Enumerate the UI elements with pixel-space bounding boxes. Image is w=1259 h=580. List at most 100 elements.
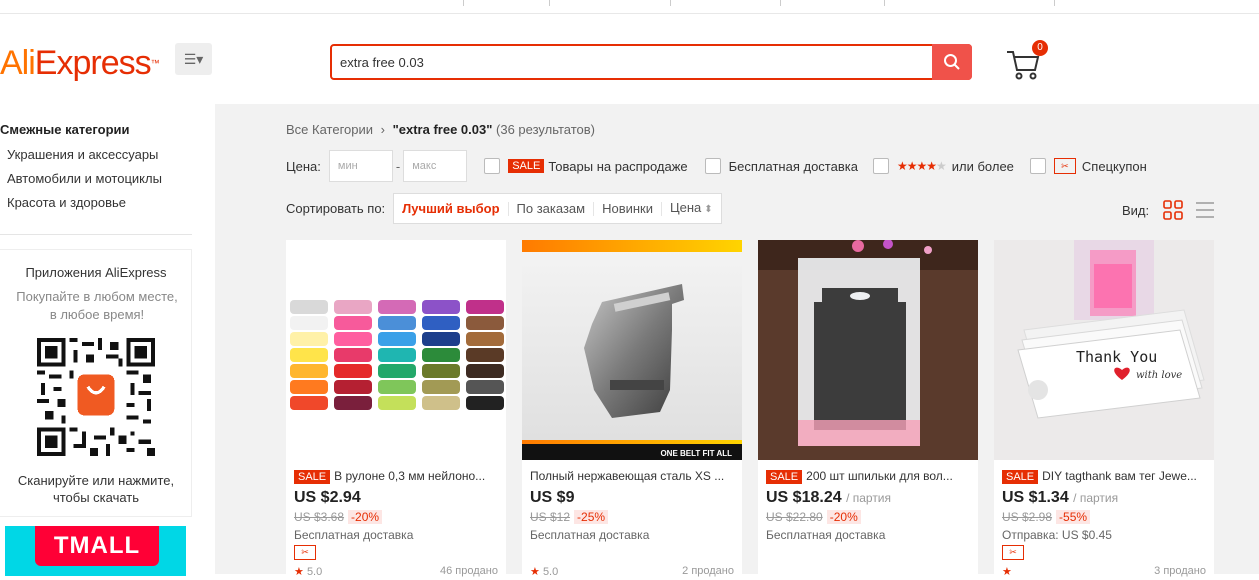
tmall-banner[interactable]: TMALL: [5, 526, 186, 576]
discount-badge: -25%: [574, 510, 609, 524]
rating-value: 5.0: [542, 566, 559, 578]
list-view-icon[interactable]: [1195, 200, 1215, 220]
price-max-input[interactable]: макс: [403, 150, 468, 182]
breadcrumb-query: "extra free 0.03": [392, 122, 493, 137]
sidebar-item-jewelry[interactable]: Украшения и аксессуары: [7, 147, 158, 162]
discount-badge: -55%: [1056, 510, 1091, 524]
shipping-info: Бесплатная доставка: [530, 528, 650, 542]
product-old-price-row: US $2.98 -55%: [1002, 510, 1091, 524]
product-rating: ★ 5.0: [294, 565, 322, 578]
product-title-text: Полный нержавеющая сталь XS ...: [530, 469, 725, 483]
main-content: Все Категории › "extra free 0.03" (36 ре…: [215, 104, 1259, 580]
star-icon: ★: [294, 566, 304, 578]
star-icon: ★: [530, 566, 540, 578]
sale-filter-label[interactable]: Товары на распродаже: [548, 159, 687, 174]
product-image[interactable]: Thank You with love: [994, 240, 1214, 460]
sort-arrows-icon: ⬍: [704, 203, 713, 215]
categories-menu-button[interactable]: ☰▾: [175, 43, 212, 75]
product-card[interactable]: ONE BELT FIT ALL Полный нержавеющая стал…: [522, 240, 742, 580]
price-label: Цена:: [286, 158, 321, 174]
sale-checkbox[interactable]: [484, 158, 501, 174]
view-switcher: Вид:: [1122, 200, 1215, 220]
product-title[interactable]: SALE В рулоне 0,3 мм нейлоно...: [294, 469, 500, 484]
tmall-logo: TMALL: [35, 526, 159, 566]
product-rating: ★: [1002, 565, 1012, 578]
coupon-checkbox[interactable]: [1029, 158, 1046, 174]
logo-express-text: Express: [34, 44, 152, 82]
product-price: US $1.34 / партия: [1002, 489, 1118, 507]
old-price: US $3.68: [294, 510, 345, 524]
filter-bar: Цена: мин - макс SALE Товары на распрода…: [286, 150, 1147, 182]
qr-code[interactable]: [37, 338, 155, 456]
product-image[interactable]: ONE BELT FIT ALL: [522, 240, 742, 460]
cart-count-badge: 0: [1032, 40, 1048, 56]
coupon-icon: ✂: [1002, 545, 1024, 560]
price-unit: / партия: [846, 491, 892, 505]
product-card[interactable]: Thank You with love SALE DIY tagthank вам…: [994, 240, 1214, 580]
rating-value: 5.0: [306, 566, 323, 578]
related-categories-title: Смежные категории: [0, 122, 130, 137]
sold-count: 3 продано: [1154, 565, 1206, 577]
product-image[interactable]: [758, 240, 978, 460]
sold-count: 2 продано: [682, 565, 734, 577]
product-title[interactable]: SALE DIY tagthank вам тег Jewe...: [1002, 469, 1208, 484]
coupon-filter-label[interactable]: Спецкупон: [1082, 159, 1147, 174]
aliexpress-logo[interactable]: AliExpress™: [0, 44, 160, 82]
sale-badge: SALE: [294, 470, 331, 484]
coupon-icon: ✂: [1053, 158, 1076, 174]
sort-orders[interactable]: По заказам: [509, 201, 595, 216]
product-old-price-row: US $3.68 -20%: [294, 510, 383, 524]
product-title[interactable]: Полный нержавеющая сталь XS ...: [530, 469, 736, 483]
shipping-info: Бесплатная доставка: [766, 528, 886, 542]
app-promo: Приложения AliExpress Покупайте в любом …: [0, 249, 192, 517]
app-promo-subtitle: Покупайте в любом месте, в любое время!: [16, 289, 178, 322]
sold-count: 46 продано: [440, 565, 498, 577]
product-image[interactable]: [286, 240, 506, 460]
product-card[interactable]: SALE 200 шт шпильки для вол... US $18.24 …: [758, 240, 978, 580]
product-old-price-row: US $12 -25%: [530, 510, 609, 524]
sidebar-item-beauty[interactable]: Красота и здоровье: [7, 195, 126, 210]
price-value: US $1.34: [1002, 489, 1069, 506]
product-title-text: 200 шт шпильки для вол...: [806, 469, 953, 483]
sidebar-divider: [0, 234, 192, 235]
product-old-price-row: US $22.80 -20%: [766, 510, 861, 524]
sort-options: Лучший выбор По заказам Новинки Цена ⬍: [393, 193, 722, 224]
sort-price[interactable]: Цена ⬍: [662, 199, 721, 217]
hamburger-icon: ☰▾: [183, 50, 204, 67]
product-title-text: DIY tagthank вам тег Jewe...: [1042, 469, 1197, 483]
price-value: US $18.24: [766, 489, 842, 506]
rating-filter-label[interactable]: или более: [952, 159, 1014, 174]
price-dash: -: [395, 158, 401, 174]
product-card[interactable]: SALE В рулоне 0,3 мм нейлоно... US $2.94 …: [286, 240, 506, 580]
search-button[interactable]: [932, 44, 972, 80]
free-shipping-label[interactable]: Бесплатная доставка: [729, 159, 858, 174]
sort-price-label: Цена: [670, 199, 702, 215]
grid-view-icon[interactable]: [1163, 200, 1183, 220]
sort-bar: Сортировать по: Лучший выбор По заказам …: [286, 193, 722, 224]
product-title[interactable]: SALE 200 шт шпильки для вол...: [766, 469, 972, 484]
old-price: US $12: [530, 510, 571, 524]
app-scan-text: Сканируйте или нажмите, чтобы скачать: [17, 473, 175, 505]
sidebar-item-auto[interactable]: Автомобили и мотоциклы: [7, 171, 162, 186]
free-shipping-checkbox[interactable]: [704, 158, 721, 174]
cart-button[interactable]: 0: [1005, 40, 1055, 80]
price-min-input[interactable]: мин: [328, 150, 393, 182]
product-rating: ★ 5.0: [530, 565, 558, 578]
rating-stars-icon: ★★★★★: [896, 159, 947, 173]
old-price: US $22.80: [766, 510, 823, 524]
discount-badge: -20%: [826, 510, 861, 524]
sort-newest[interactable]: Новинки: [594, 201, 662, 216]
sort-best-match[interactable]: Лучший выбор: [394, 201, 509, 216]
shipping-info: Отправка: US $0.45: [1002, 528, 1112, 542]
product-title-text: В рулоне 0,3 мм нейлоно...: [334, 469, 486, 483]
breadcrumb-all-categories[interactable]: Все Категории: [286, 122, 373, 137]
sort-label: Сортировать по:: [286, 201, 386, 216]
discount-badge: -20%: [348, 510, 383, 524]
rating-checkbox[interactable]: [872, 158, 889, 174]
sale-badge: SALE: [1002, 470, 1039, 484]
breadcrumb: Все Категории › "extra free 0.03" (36 ре…: [286, 122, 595, 137]
logo-tm: ™: [150, 58, 160, 68]
product-price: US $2.94: [294, 489, 361, 506]
old-price: US $2.98: [1002, 510, 1053, 524]
search-input[interactable]: [340, 51, 930, 73]
